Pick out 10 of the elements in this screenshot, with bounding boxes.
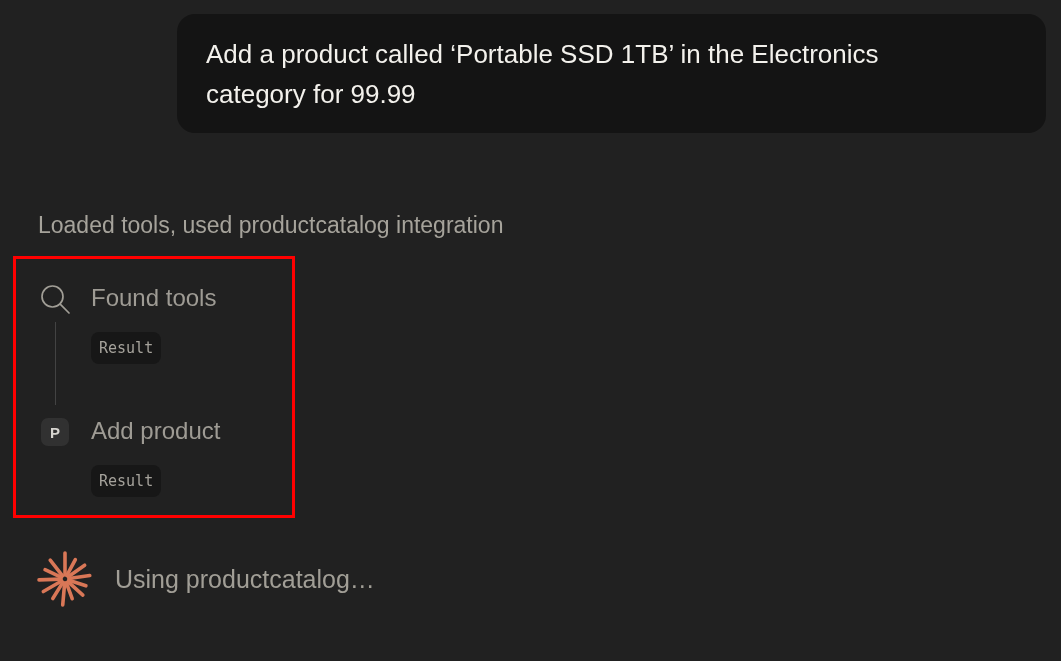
search-icon	[40, 284, 70, 314]
user-message: Add a product called ‘Portable SSD 1TB’ in the Electronics category for 99.99	[177, 14, 1046, 133]
result-button[interactable]: Result	[91, 332, 162, 364]
step-title: Add product	[91, 416, 221, 446]
activity-summary: Loaded tools, used productcatalog integration	[38, 211, 504, 240]
result-button[interactable]: Result	[91, 465, 162, 497]
step-title: Found tools	[91, 283, 217, 313]
letter-tile: P	[41, 418, 69, 446]
starburst-icon	[37, 551, 93, 607]
status-text: Using productcatalog…	[115, 564, 375, 594]
